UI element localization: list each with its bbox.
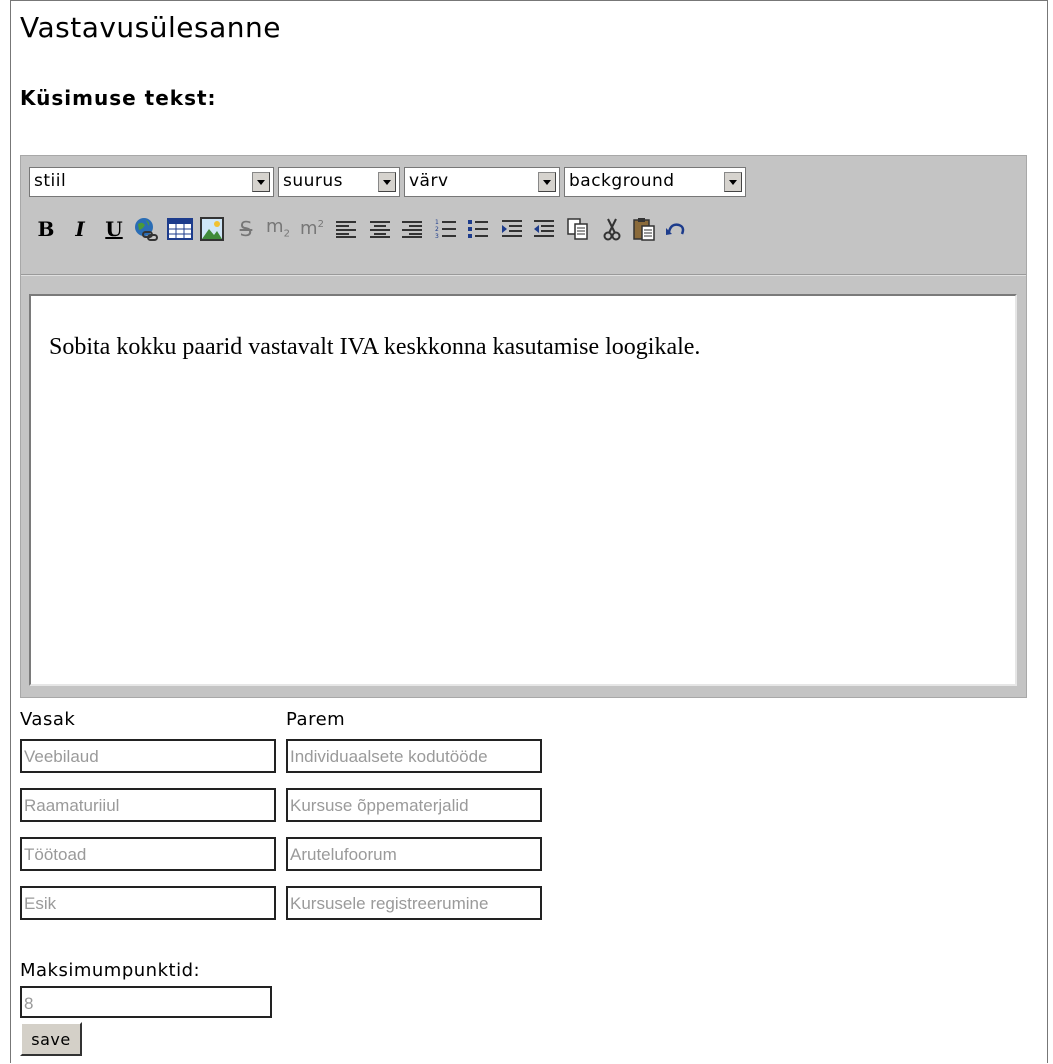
- right-column-header: Parem: [286, 709, 346, 730]
- left-input-1[interactable]: Veebilaud: [20, 739, 276, 773]
- right-input-2[interactable]: Kursuse õppematerjalid: [286, 788, 542, 822]
- underline-icon[interactable]: U: [101, 214, 127, 244]
- question-text-label: Küsimuse tekst:: [20, 86, 217, 110]
- unordered-list-icon[interactable]: [465, 214, 491, 244]
- cut-icon[interactable]: [599, 214, 625, 244]
- rich-text-editor: stiil suurus värv background B I U S m2: [20, 155, 1027, 698]
- color-select[interactable]: värv: [404, 167, 560, 197]
- style-select[interactable]: stiil: [29, 167, 274, 197]
- paste-icon[interactable]: [631, 214, 657, 244]
- svg-text:3: 3: [435, 233, 439, 240]
- chevron-down-icon[interactable]: [252, 172, 270, 192]
- chevron-down-icon[interactable]: [378, 172, 396, 192]
- undo-icon[interactable]: [663, 214, 689, 244]
- size-select-value: suurus: [283, 171, 344, 191]
- table-icon[interactable]: [167, 214, 193, 244]
- background-select[interactable]: background: [564, 167, 746, 197]
- copy-icon[interactable]: [565, 214, 591, 244]
- align-left-icon[interactable]: [333, 214, 359, 244]
- page-title: Vastavusülesanne: [20, 11, 281, 44]
- ordered-list-icon[interactable]: 123: [433, 214, 459, 244]
- color-select-value: värv: [409, 171, 449, 191]
- image-icon[interactable]: [199, 214, 225, 244]
- italic-icon[interactable]: I: [67, 214, 93, 244]
- left-column-header: Vasak: [20, 709, 76, 730]
- indent-icon[interactable]: [499, 214, 525, 244]
- svg-text:2: 2: [435, 226, 439, 233]
- editor-content-area[interactable]: Sobita kokku paarid vastavalt IVA keskko…: [29, 294, 1017, 686]
- superscript-icon[interactable]: m2: [299, 214, 325, 244]
- editor-content-text: Sobita kokku paarid vastavalt IVA keskko…: [49, 334, 701, 360]
- right-input-4[interactable]: Kursusele registreerumine: [286, 886, 542, 920]
- svg-text:1: 1: [435, 219, 439, 226]
- background-select-value: background: [569, 171, 675, 191]
- subscript-icon[interactable]: m2: [265, 214, 291, 244]
- right-input-3[interactable]: Arutelufoorum: [286, 837, 542, 871]
- chevron-down-icon[interactable]: [724, 172, 742, 192]
- left-input-2[interactable]: Raamaturiiul: [20, 788, 276, 822]
- strikethrough-icon[interactable]: S: [233, 214, 259, 244]
- right-input-1[interactable]: Individuaalsete kodutööde: [286, 739, 542, 773]
- style-select-value: stiil: [34, 171, 67, 191]
- link-icon[interactable]: [133, 214, 159, 244]
- left-input-3[interactable]: Töötoad: [20, 837, 276, 871]
- save-button[interactable]: save: [20, 1022, 82, 1056]
- max-points-input[interactable]: 8: [20, 986, 272, 1018]
- align-right-icon[interactable]: [399, 214, 425, 244]
- bold-icon[interactable]: B: [33, 214, 59, 244]
- size-select[interactable]: suurus: [278, 167, 400, 197]
- max-points-label: Maksimumpunktid:: [20, 960, 201, 981]
- chevron-down-icon[interactable]: [538, 172, 556, 192]
- left-input-4[interactable]: Esik: [20, 886, 276, 920]
- align-center-icon[interactable]: [367, 214, 393, 244]
- toolbar-divider: [21, 274, 1026, 276]
- format-selects: stiil suurus värv background: [29, 167, 746, 197]
- outdent-icon[interactable]: [531, 214, 557, 244]
